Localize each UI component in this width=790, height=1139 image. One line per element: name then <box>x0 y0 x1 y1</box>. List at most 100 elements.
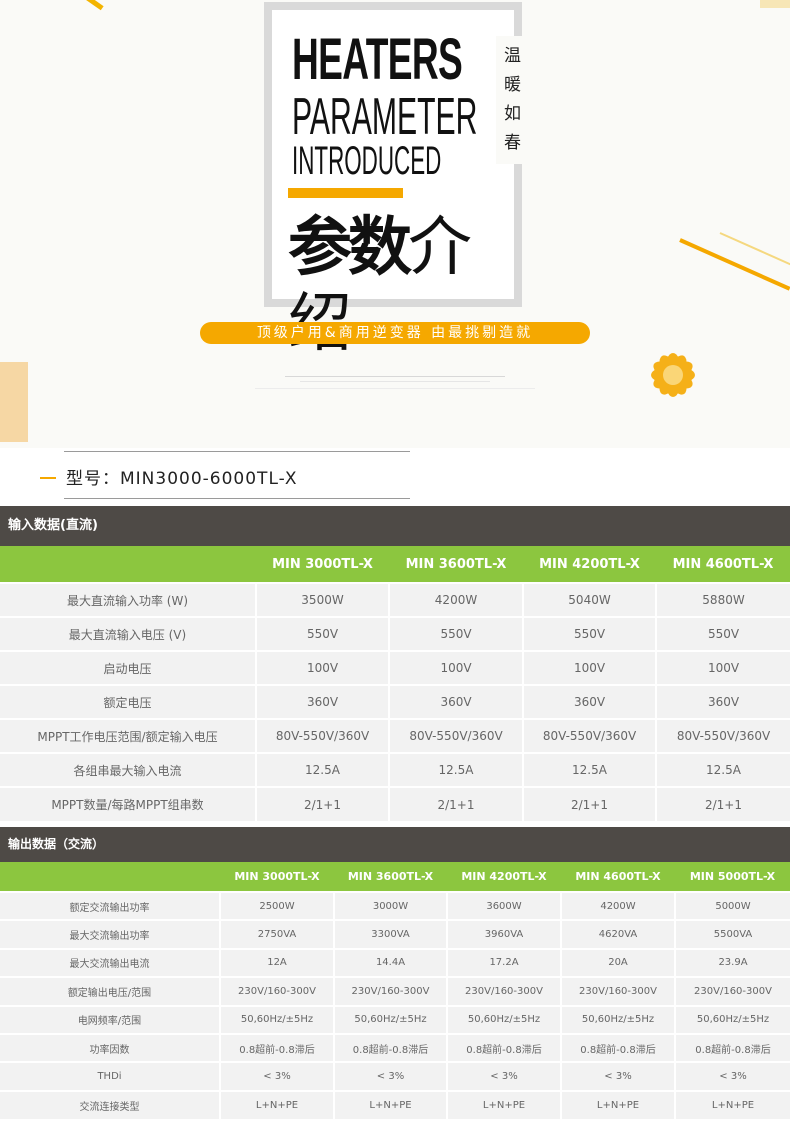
table-row: 启动电压 100V 100V 100V 100V <box>0 650 790 685</box>
table-cell: 360V <box>388 684 523 719</box>
hero-banner: HEATERS PARAMETER INTRODUCED 参数介绍 温 暖 如 … <box>0 0 790 448</box>
column-header: MIN 3000TL-X <box>220 862 334 892</box>
divider <box>285 376 505 377</box>
input-section-header: 输入数据(直流) <box>0 506 790 546</box>
row-label: MPPT数量/每路MPPT组串数 <box>0 786 256 821</box>
table-row: 额定输出电压/范围 230V/160-300V 230V/160-300V 23… <box>0 976 790 1006</box>
table-row: 额定电压 360V 360V 360V 360V <box>0 684 790 719</box>
table-cell: 2/1+1 <box>255 786 389 821</box>
table-cell: 230V/160-300V <box>560 976 675 1006</box>
table-cell: < 3% <box>674 1061 790 1091</box>
table-cell: 2/1+1 <box>522 786 656 821</box>
column-header: MIN 4200TL-X <box>447 862 561 892</box>
table-cell: 0.8超前-0.8滞后 <box>219 1032 334 1063</box>
title-card: HEATERS PARAMETER INTRODUCED 参数介绍 <box>264 2 522 361</box>
table-cell: 5040W <box>522 582 656 617</box>
table-cell: 550V <box>388 616 523 651</box>
table-cell: 3000W <box>333 890 447 921</box>
accent-bar <box>288 188 403 198</box>
output-section-header: 输出数据（交流） <box>0 827 790 862</box>
vertical-char: 春 <box>504 133 521 153</box>
table-cell: 100V <box>522 650 656 685</box>
table-cell: 2500W <box>219 890 334 921</box>
table-cell: 2750VA <box>219 919 334 949</box>
vertical-char: 温 <box>504 46 521 66</box>
table-cell: 3600W <box>446 890 561 921</box>
table-cell: 550V <box>255 616 389 651</box>
divider <box>64 498 410 499</box>
row-label: 额定交流输出功率 <box>0 890 220 921</box>
vertical-char: 暖 <box>504 75 521 95</box>
table-cell: 0.8超前-0.8滞后 <box>446 1032 561 1063</box>
table-cell: 5000W <box>674 890 790 921</box>
table-cell: 3300VA <box>333 919 447 949</box>
row-label: 最大交流输出电流 <box>0 947 220 978</box>
title-introduced: INTRODUCED <box>292 139 442 183</box>
row-label: 启动电压 <box>0 650 256 685</box>
table-row: MPPT数量/每路MPPT组串数 2/1+1 2/1+1 2/1+1 2/1+1 <box>0 786 790 821</box>
table-cell: 80V-550V/360V <box>522 718 656 753</box>
table-cell: < 3% <box>219 1061 334 1091</box>
flower-decoration-icon <box>651 353 695 397</box>
table-cell: 23.9A <box>674 947 790 978</box>
table-row: 最大直流输入电压 (V) 550V 550V 550V 550V <box>0 616 790 651</box>
table-cell: 5880W <box>655 582 790 617</box>
table-cell: L+N+PE <box>560 1089 675 1120</box>
table-cell: 12.5A <box>255 752 389 787</box>
table-cell: 2/1+1 <box>655 786 790 821</box>
table-cell: 4200W <box>388 582 523 617</box>
row-label: 最大交流输出功率 <box>0 919 220 949</box>
table-cell: 50,60Hz/±5Hz <box>560 1004 675 1034</box>
model-section: 型号：MIN3000-6000TL-X <box>0 448 790 506</box>
table-cell: < 3% <box>560 1061 675 1091</box>
table-cell: < 3% <box>333 1061 447 1091</box>
table-header-row: MIN 3000TL-X MIN 3600TL-X MIN 4200TL-X M… <box>0 546 790 583</box>
table-cell: 80V-550V/360V <box>388 718 523 753</box>
row-label: 电网频率/范围 <box>0 1004 220 1034</box>
title-parameter: PARAMETER <box>292 88 478 146</box>
output-spec-table: MIN 3000TL-X MIN 3600TL-X MIN 4200TL-X M… <box>0 862 790 1120</box>
table-cell: 230V/160-300V <box>333 976 447 1006</box>
decorative-block <box>0 362 28 442</box>
decorative-stripe <box>84 0 104 11</box>
table-row: 最大交流输出电流 12A 14.4A 17.2A 20A 23.9A <box>0 947 790 978</box>
model-label: 型号：MIN3000-6000TL-X <box>66 469 298 489</box>
table-row: MPPT工作电压范围/额定输入电压 80V-550V/360V 80V-550V… <box>0 718 790 753</box>
column-header: MIN 3000TL-X <box>256 546 389 583</box>
table-cell: 100V <box>655 650 790 685</box>
table-cell: 360V <box>522 684 656 719</box>
row-label: 交流连接类型 <box>0 1089 220 1120</box>
slogan-pill: 顶级户用&商用逆变器 由最挑剔造就 <box>200 322 590 344</box>
table-row: 功率因数 0.8超前-0.8滞后 0.8超前-0.8滞后 0.8超前-0.8滞后… <box>0 1032 790 1063</box>
table-cell: 0.8超前-0.8滞后 <box>560 1032 675 1063</box>
table-cell: 100V <box>388 650 523 685</box>
table-cell: 230V/160-300V <box>674 976 790 1006</box>
row-label: THDi <box>0 1061 220 1091</box>
table-cell: 17.2A <box>446 947 561 978</box>
row-label: 最大直流输入电压 (V) <box>0 616 256 651</box>
table-header-row: MIN 3000TL-X MIN 3600TL-X MIN 4200TL-X M… <box>0 862 790 892</box>
input-spec-table: MIN 3000TL-X MIN 3600TL-X MIN 4200TL-X M… <box>0 546 790 821</box>
table-cell: L+N+PE <box>446 1089 561 1120</box>
table-cell: 12.5A <box>655 752 790 787</box>
table-cell: 360V <box>255 684 389 719</box>
table-cell: 360V <box>655 684 790 719</box>
table-cell: 80V-550V/360V <box>655 718 790 753</box>
chinese-title-bold: 参数 <box>288 211 412 285</box>
table-cell: 2/1+1 <box>388 786 523 821</box>
table-cell: 12A <box>219 947 334 978</box>
row-label: 最大直流输入功率 (W) <box>0 582 256 617</box>
vertical-slogan: 温 暖 如 春 <box>496 36 536 164</box>
table-cell: 3960VA <box>446 919 561 949</box>
column-header: MIN 3600TL-X <box>334 862 447 892</box>
column-header: MIN 4200TL-X <box>523 546 656 583</box>
column-header: MIN 5000TL-X <box>675 862 790 892</box>
table-cell: 50,60Hz/±5Hz <box>219 1004 334 1034</box>
column-header: MIN 4600TL-X <box>561 862 675 892</box>
table-cell: < 3% <box>446 1061 561 1091</box>
table-row: 各组串最大输入电流 12.5A 12.5A 12.5A 12.5A <box>0 752 790 787</box>
table-cell: 230V/160-300V <box>219 976 334 1006</box>
table-cell: 5500VA <box>674 919 790 949</box>
decorative-stripe <box>679 238 790 291</box>
table-cell: 4620VA <box>560 919 675 949</box>
